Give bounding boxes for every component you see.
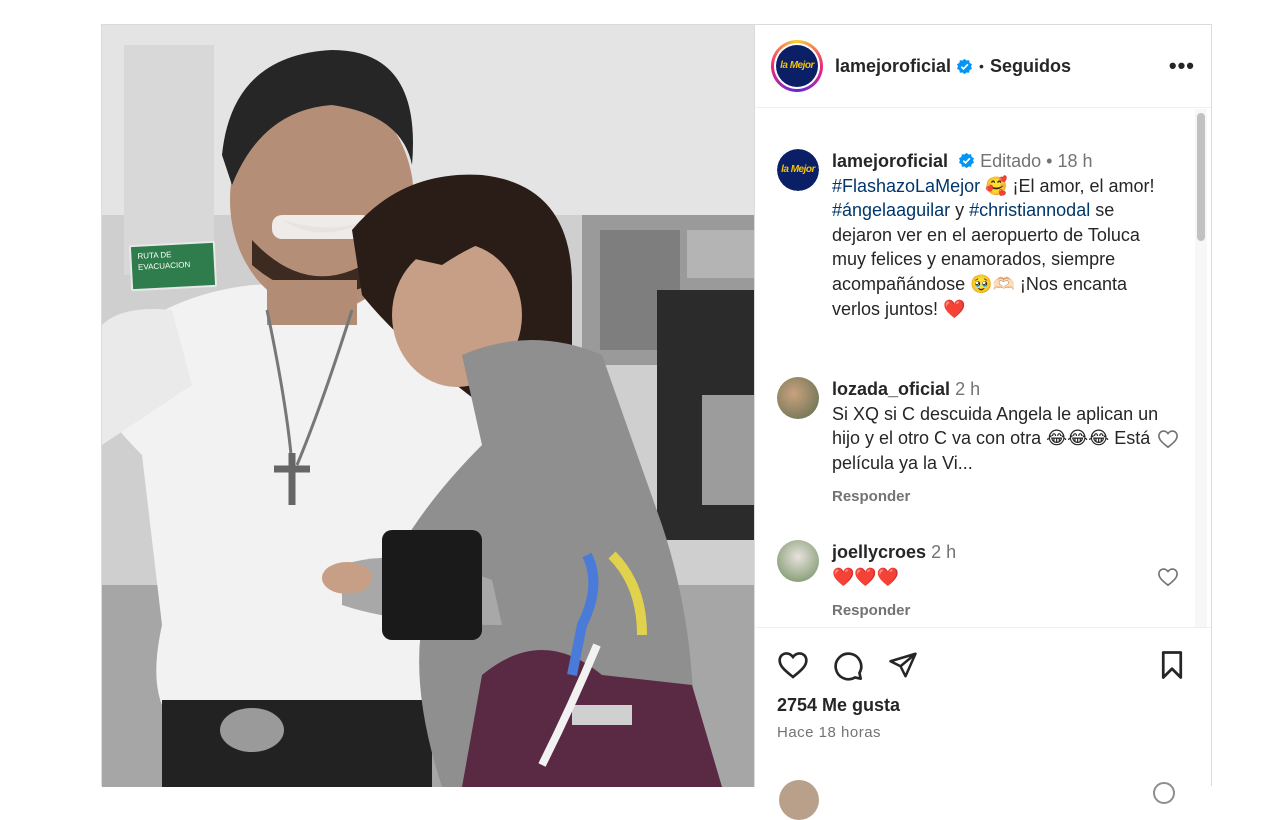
likes-count[interactable]: 2754 Me gusta [777, 695, 900, 716]
caption-avatar[interactable]: la Mejor [777, 149, 819, 191]
commenter-avatar[interactable] [777, 377, 819, 419]
caption-text: y [950, 200, 970, 221]
caption-edited: Editado [980, 151, 1042, 171]
scrollbar-thumb[interactable] [1197, 113, 1205, 241]
next-comment-avatar [779, 780, 819, 820]
caption-separator: • [1046, 151, 1053, 171]
reply-button[interactable]: Responder [832, 599, 910, 624]
heart-icon[interactable] [777, 650, 809, 680]
post-container: RUTA DE EVACUACION la Mejor lamejorofici… [101, 24, 1212, 820]
like-comment-heart-icon[interactable] [1157, 567, 1179, 587]
reply-button[interactable]: Responder [832, 485, 910, 510]
caption-time: 18 h [1057, 151, 1093, 171]
post-timestamp[interactable]: Hace 18 horas [777, 724, 881, 741]
save-icon[interactable] [1158, 650, 1186, 680]
caption-item: la Mejor lamejoroficial Editado • 18 h #… [777, 149, 1167, 321]
logo-text: la Mejor [780, 60, 814, 71]
header-username[interactable]: lamejoroficial [835, 56, 951, 77]
comment-text: Si XQ si C descuida Angela le aplican un… [832, 403, 1159, 473]
verified-badge-icon [959, 152, 975, 169]
comment-icon[interactable] [832, 650, 864, 682]
comment-item: lozada_oficial 2 h Si XQ si C descuida A… [777, 377, 1178, 510]
photo-illustration [102, 25, 754, 787]
comment-body: joellycroes 2 h ❤️❤️❤️ Responder [832, 540, 1167, 624]
next-comment-heart-icon[interactable] [1153, 782, 1175, 804]
caption-body: lamejoroficial Editado • 18 h #FlashazoL… [832, 149, 1167, 321]
verified-badge-icon [957, 58, 973, 74]
hashtag-link[interactable]: #ángelaaguilar [832, 200, 950, 220]
caption-logo-text: la Mejor [781, 164, 815, 175]
caption-logo: la Mejor [777, 149, 819, 191]
sign-line-2: EVACUACION [137, 260, 191, 272]
avatar-frame: la Mejor [774, 43, 820, 89]
story-ring[interactable]: la Mejor [771, 40, 823, 92]
comment-item: joellycroes 2 h ❤️❤️❤️ Responder [777, 540, 1178, 624]
post-photo[interactable]: RUTA DE EVACUACION [102, 25, 755, 787]
comment-text: ❤️❤️❤️ [832, 566, 900, 587]
comment-username[interactable]: lozada_oficial [832, 379, 950, 399]
hashtag-link[interactable]: #FlashazoLaMejor [832, 176, 980, 196]
comments-scroll-area[interactable]: la Mejor lamejoroficial Editado • 18 h #… [755, 109, 1211, 627]
evacuation-sign: RUTA DE EVACUACION [128, 240, 218, 292]
share-icon[interactable] [887, 650, 919, 680]
comment-time: 2 h [931, 542, 957, 562]
comment-username[interactable]: joellycroes [832, 542, 926, 562]
comment-time: 2 h [955, 379, 981, 399]
header-separator: • [979, 58, 984, 74]
caption-username[interactable]: lamejoroficial [832, 151, 948, 171]
like-comment-heart-icon[interactable] [1157, 429, 1179, 449]
post-header: la Mejor lamejoroficial • Seguidos ••• [755, 25, 1211, 108]
comment-body: lozada_oficial 2 h Si XQ si C descuida A… [832, 377, 1167, 510]
hashtag-link[interactable]: #christiannodal [969, 200, 1090, 220]
caption-text: 🥰 ¡El amor, el amor! [980, 175, 1155, 196]
more-options-icon[interactable]: ••• [1169, 53, 1195, 79]
commenter-avatar[interactable] [777, 540, 819, 582]
post-side-panel: la Mejor lamejoroficial • Seguidos ••• l… [755, 25, 1211, 820]
follow-status-button[interactable]: Seguidos [990, 56, 1071, 77]
account-logo: la Mejor [776, 45, 818, 87]
post-actions: 2754 Me gusta Hace 18 horas [755, 627, 1211, 820]
